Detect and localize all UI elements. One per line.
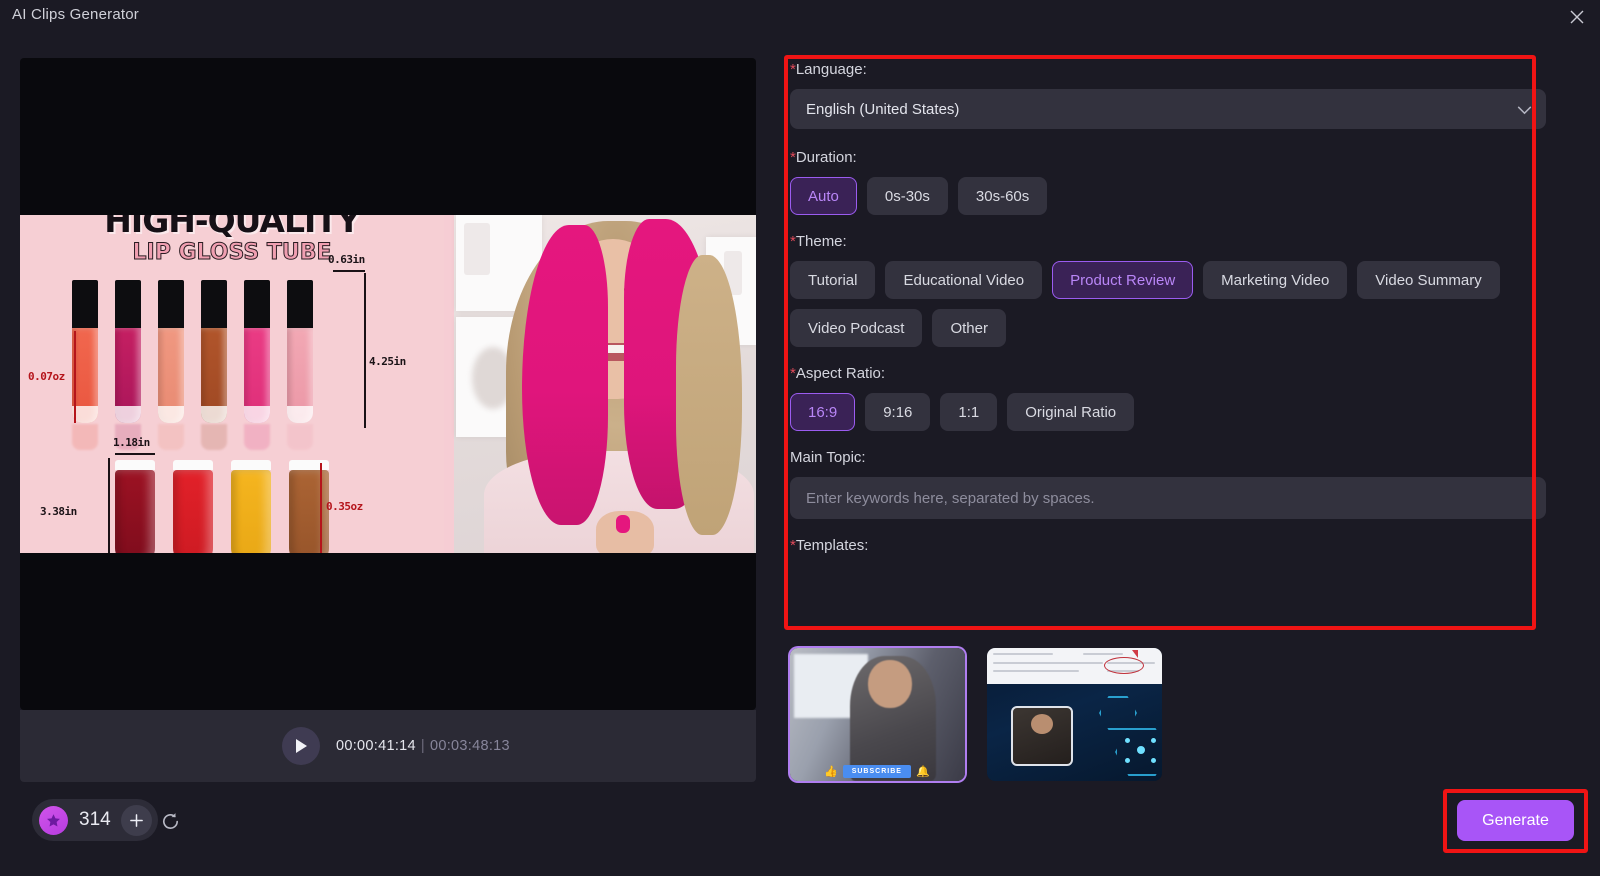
title-bar: AI Clips Generator [0,0,1600,32]
video-infographic: HIGH-QUALITY LIP GLOSS TUBE 0.07oz 0.63i… [20,215,444,553]
total-time: 00:03:48:13 [429,738,510,754]
duration-label: *Duration: [790,149,1546,166]
main-topic-label: Main Topic: [790,449,866,466]
theme-option-marketing-video[interactable]: Marketing Video [1203,261,1348,299]
theme-label: *Theme: [790,233,1546,250]
star-icon [39,805,68,835]
current-time: 00:00:41:14 [336,738,416,754]
dim-height-top: 4.25in [369,355,406,368]
dim-rule [320,463,322,553]
aspect-ratio-label-text: Aspect Ratio: [795,365,886,382]
theme-option-video-summary[interactable]: Video Summary [1357,261,1500,299]
video-creator-shot [444,215,756,553]
tube [244,280,270,450]
dim-width-top: 0.63in [328,253,365,266]
squeeze-tube [115,460,155,553]
aspect-ratio-label: *Aspect Ratio: [790,365,1546,382]
chevron-down-icon [1517,102,1532,120]
subscribe-overlay: 👍 SUBSCRIBE 🔔 [824,765,930,778]
generate-button[interactable]: Generate [1457,800,1574,841]
template-tech-hexagon[interactable] [987,648,1162,781]
time-separator: | [420,738,425,754]
theme-option-tutorial[interactable]: Tutorial [790,261,876,299]
bell-icon: 🔔 [915,766,930,778]
video-preview[interactable]: HIGH-QUALITY LIP GLOSS TUBE 0.07oz 0.63i… [20,58,756,710]
subscribe-label: SUBSCRIBE [842,765,911,778]
thumbs-up-icon: 👍 [824,766,838,778]
duration-option-0s30s[interactable]: 0s-30s [866,177,948,215]
tube [201,280,227,450]
main-topic-input[interactable] [790,477,1546,519]
squeeze-tube [289,460,329,553]
dim-height-bottom: 3.38in [40,505,77,518]
hair-blond-right [676,255,742,535]
theme-option-product-review[interactable]: Product Review [1052,261,1194,299]
theme-options: Tutorial Educational Video Product Revie… [790,261,1546,347]
duration-options: Auto 0s-30s 30s-60s [790,177,1546,215]
aspect-option-1-1[interactable]: 1:1 [940,393,998,431]
nail [616,515,630,533]
refresh-icon[interactable] [157,808,183,834]
aspect-option-16-9[interactable]: 16:9 [790,393,856,431]
ai-clips-generator-window: AI Clips Generator HIGH-QUALITY LIP GLOS… [0,0,1600,876]
templates-label-text: Templates: [795,537,869,554]
dim-capacity-small: 0.07oz [28,370,65,383]
theme-option-video-podcast[interactable]: Video Podcast [790,309,923,347]
tube [115,280,141,450]
plus-icon[interactable] [120,804,152,836]
red-arrow-annotation [1132,650,1138,658]
lipgloss-tubes-top [72,280,313,450]
infographic-headline: HIGH-QUALITY [104,215,360,240]
tube [72,280,98,450]
squeeze-tube [231,460,271,553]
window-title: AI Clips Generator [12,6,139,23]
tube [287,280,313,450]
language-value: English (United States) [806,100,960,118]
aspect-option-original-ratio[interactable]: Original Ratio [1007,393,1135,431]
timecode: 00:00:41:14 | 00:03:48:13 [336,738,510,754]
template-speaker-subscribe[interactable]: 👍 SUBSCRIBE 🔔 [790,648,965,781]
credits-pill[interactable]: 314 [32,799,158,841]
dim-rule [333,270,365,272]
theme-option-other[interactable]: Other [932,309,1006,347]
duration-label-text: Duration: [795,149,857,166]
duration-option-auto[interactable]: Auto [790,177,857,215]
credits-count: 314 [79,809,111,830]
template-list: 👍 SUBSCRIBE 🔔 [790,648,1162,781]
language-label-text: Language: [795,61,867,78]
tube [158,280,184,450]
theme-option-educational-video[interactable]: Educational Video [885,261,1043,299]
theme-label-text: Theme: [795,233,847,250]
lipgloss-tubes-bottom [115,460,329,553]
dim-capacity-large: 0.35oz [326,500,363,513]
player-controls: 00:00:41:14 | 00:03:48:13 [20,710,756,782]
document-ribbon [987,648,1162,684]
dim-width-bottom: 1.18in [113,436,150,449]
duration-option-30s60s[interactable]: 30s-60s [957,177,1048,215]
settings-form: *Language: English (United States) *Dura… [790,61,1546,627]
infographic-subhead: LIP GLOSS TUBE [132,240,332,266]
shelf-item [464,223,490,275]
dim-rule [74,331,76,423]
dim-rule [108,458,110,553]
pink-edge [444,215,454,553]
squeeze-tube [173,460,213,553]
red-circle-annotation [1104,657,1144,674]
dim-rule [115,453,155,455]
language-select[interactable]: English (United States) [790,89,1546,129]
play-icon[interactable] [282,727,320,765]
aspect-ratio-options: 16:9 9:16 1:1 Original Ratio [790,393,1546,431]
aspect-option-9-16[interactable]: 9:16 [865,393,931,431]
video-frame: HIGH-QUALITY LIP GLOSS TUBE 0.07oz 0.63i… [20,215,756,553]
dim-rule [364,273,366,428]
templates-label: *Templates: [790,537,1546,554]
language-label: *Language: [790,61,1546,78]
close-icon[interactable] [1564,4,1590,30]
